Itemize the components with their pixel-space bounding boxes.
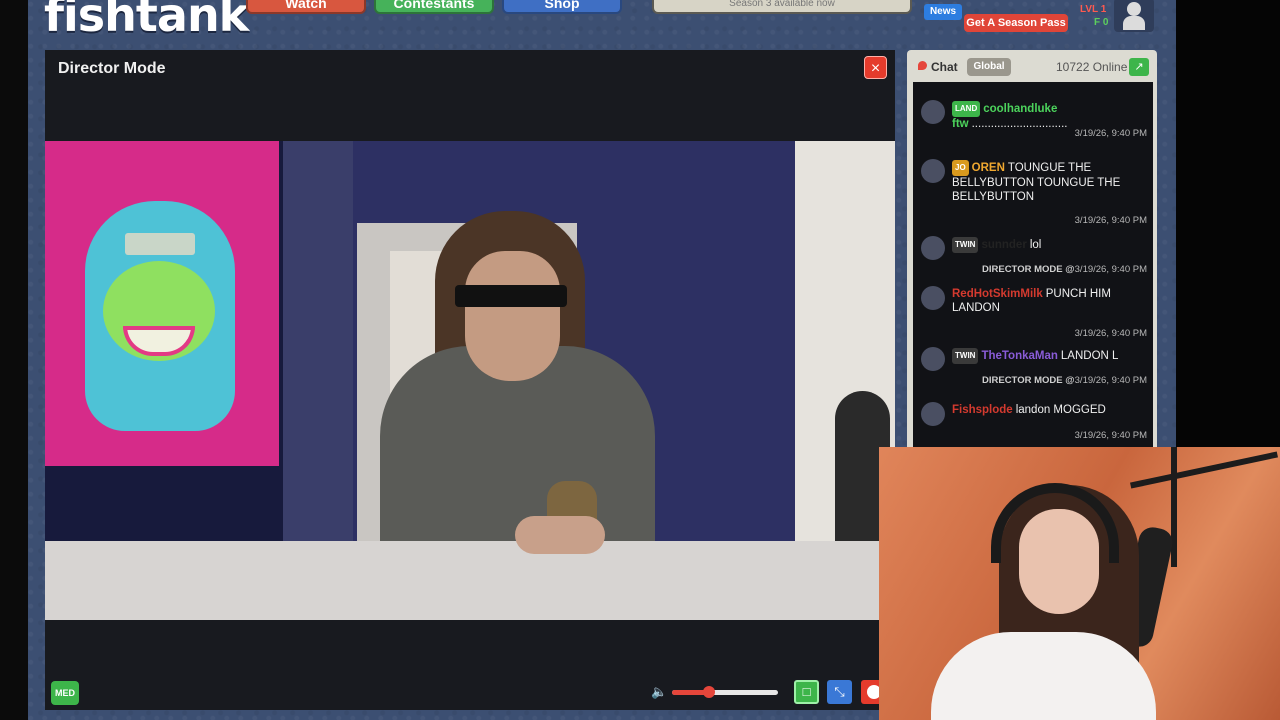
avatar[interactable] (921, 236, 945, 260)
message-text: LANDON L (1060, 350, 1119, 362)
news-button[interactable]: News (924, 4, 962, 20)
avatar[interactable] (921, 347, 945, 371)
chat-message-content: JO OREN TOUNGUE THE BELLYBUTTON TOUNGUE TH… (952, 160, 1148, 204)
chat-message: Fishsplode landon MOGGED 3/19/26, 9:40 PM (913, 402, 1153, 448)
chat-message-content: Fishsplode landon MOGGED (952, 403, 1148, 417)
volume-handle[interactable] (703, 686, 716, 698)
pot-label (125, 233, 195, 255)
panel-title: Director Mode (58, 60, 166, 77)
team-tag: TWIN (952, 237, 979, 253)
username[interactable]: OREN (972, 162, 1005, 174)
director-mode-label: DIRECTOR MODE @ (982, 375, 1075, 386)
left-letterbox (0, 0, 28, 720)
mic-arm-upright (1171, 447, 1177, 567)
popout-icon[interactable]: ↗ (1129, 58, 1149, 76)
scene-pillar (283, 141, 353, 581)
scene-tv (45, 141, 283, 581)
season-pass-button[interactable]: Get A Season Pass (964, 14, 1068, 32)
right-letterbox (1176, 0, 1280, 450)
status-banner: Season 3 available now (652, 0, 912, 14)
contestant-blindfold (455, 285, 567, 307)
avatar[interactable] (921, 286, 945, 310)
chat-message: RedHotSkimMilk PUNCH HIM LANDON 3/19/26, 9… (913, 286, 1153, 352)
timestamp: 3/19/26, 9:40 PM (1074, 264, 1147, 275)
nav-contestants-button[interactable]: Contestants (374, 0, 494, 14)
team-tag: LAND (952, 101, 981, 117)
contestant-hands (515, 516, 605, 554)
fish-balance: F 0 (1094, 17, 1109, 28)
username[interactable]: TheTonkaMan (981, 350, 1057, 362)
chat-title: Chat (931, 60, 958, 74)
chat-message-content: TWIN TheTonkaMan LANDON L (952, 348, 1148, 364)
close-button[interactable]: × (864, 56, 887, 79)
chat-icon (918, 61, 927, 70)
chat-panel: Chat Global 10722 Online ↗ LAND coolhandl… (907, 50, 1157, 448)
streamer-webcam (879, 447, 1280, 720)
message-text: lol (1029, 239, 1042, 251)
chat-messages[interactable]: LAND coolhandluke ftw....................… (913, 82, 1153, 448)
director-mode-label: DIRECTOR MODE @ (982, 264, 1075, 275)
fullscreen-icon[interactable]: ⤡ (827, 680, 852, 704)
online-count: 10722 Online (1056, 60, 1128, 74)
director-mode-panel: Director Mode × MED 🔈 □ ⤡ (45, 50, 895, 710)
fishtank-logo[interactable]: fishtank© (44, 0, 262, 42)
chat-message: TWIN sunnder lol DIRECTOR MODE @3/19/26, 9:… (913, 236, 1153, 288)
timestamp: 3/19/26, 9:40 PM (1074, 128, 1147, 139)
scene-table (45, 541, 895, 620)
timestamp: 3/19/26, 9:40 PM (1074, 430, 1147, 441)
chat-header: Chat Global 10722 Online ↗ (907, 50, 1157, 82)
message-text: .............................. (971, 118, 1068, 130)
timestamp: 3/19/26, 9:40 PM (1074, 328, 1147, 339)
volume-icon[interactable]: 🔈 (651, 684, 667, 700)
chat-message-content: LAND coolhandluke ftw....................… (952, 101, 1148, 131)
contestant-face (465, 251, 560, 381)
timestamp: 3/19/26, 9:40 PM (1074, 375, 1147, 386)
quality-button[interactable]: MED (51, 681, 79, 705)
user-level: LVL 1 (1080, 4, 1107, 15)
live-video-feed[interactable] (45, 141, 895, 620)
chat-global-tab[interactable]: Global (967, 58, 1011, 76)
avatar[interactable] (921, 159, 945, 183)
chat-message: JO OREN TOUNGUE THE BELLYBUTTON TOUNGUE TH… (913, 159, 1153, 239)
message-text: landon MOGGED (1015, 404, 1106, 416)
volume-slider[interactable] (672, 686, 778, 698)
chat-message-content: TWIN sunnder lol (952, 237, 1148, 253)
nav-shop-button[interactable]: Shop (502, 0, 622, 14)
fit-screen-icon[interactable]: □ (794, 680, 819, 704)
chat-message: LAND coolhandluke ftw....................… (913, 100, 1153, 152)
timestamp: 3/19/26, 9:40 PM (1074, 215, 1147, 226)
username[interactable]: RedHotSkimMilk (952, 288, 1043, 300)
team-tag: TWIN (952, 348, 979, 364)
avatar[interactable] (921, 402, 945, 426)
chat-message: TWIN TheTonkaMan LANDON L DIRECTOR MODE @3/… (913, 347, 1153, 399)
username[interactable]: Fishsplode (952, 404, 1013, 416)
user-avatar[interactable] (1114, 0, 1154, 32)
username[interactable]: sunnder (981, 239, 1026, 251)
team-tag: JO (952, 160, 969, 176)
avatar[interactable] (921, 100, 945, 124)
chat-message-content: RedHotSkimMilk PUNCH HIM LANDON (952, 287, 1148, 315)
nav-watch-button[interactable]: Watch (246, 0, 366, 14)
